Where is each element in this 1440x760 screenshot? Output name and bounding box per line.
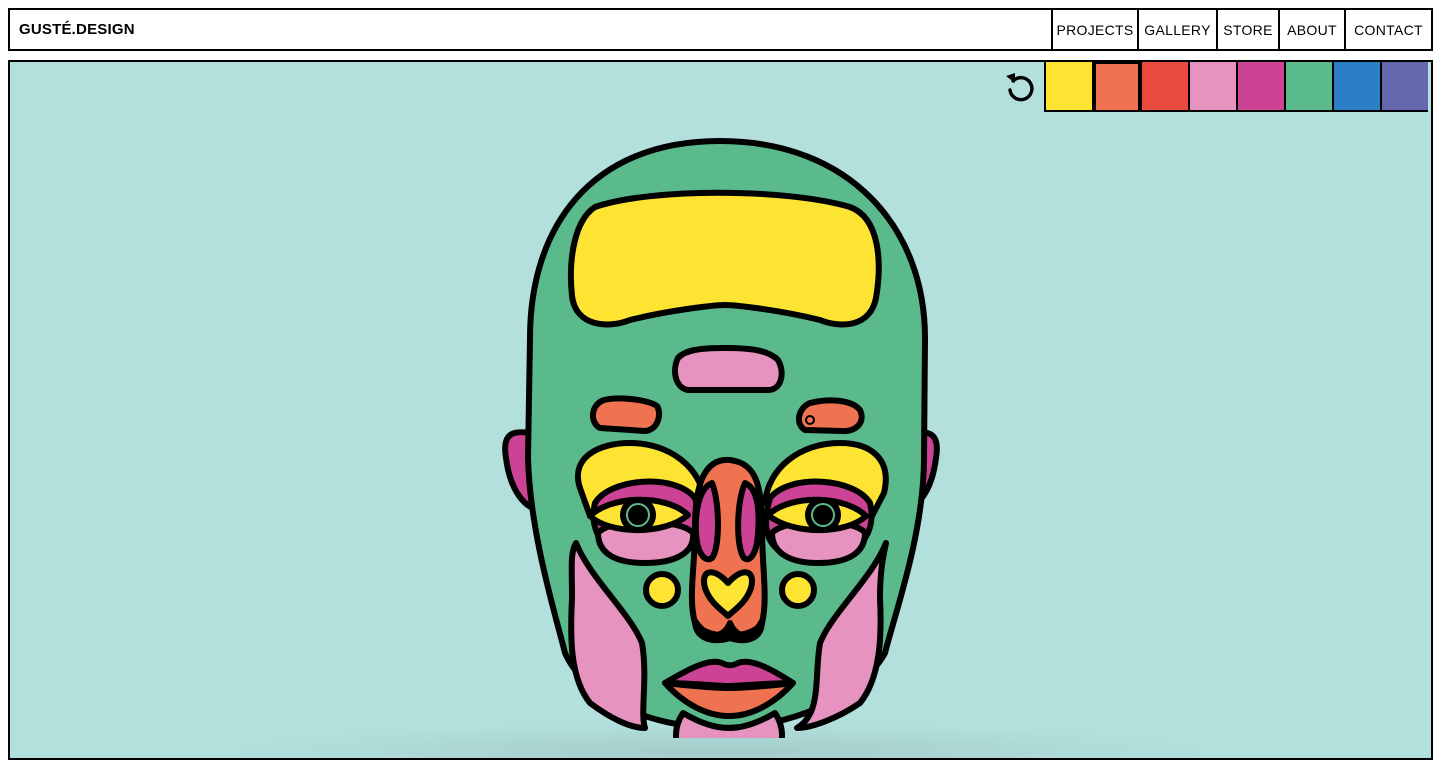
nav-projects[interactable]: PROJECTS <box>1051 10 1137 49</box>
nose-right-side[interactable] <box>735 480 762 563</box>
left-brow[interactable] <box>590 395 663 434</box>
coloring-canvas[interactable] <box>8 60 1433 760</box>
swatch-green[interactable] <box>1286 62 1334 110</box>
left-pupil <box>628 505 648 525</box>
site-header: GUSTÉ.DESIGN PROJECTS GALLERY STORE ABOU… <box>8 8 1433 51</box>
nav-contact[interactable]: CONTACT <box>1344 10 1431 49</box>
nav-gallery[interactable]: GALLERY <box>1137 10 1216 49</box>
brand-logo[interactable]: GUSTÉ.DESIGN <box>10 10 1051 49</box>
left-cheek-dot[interactable] <box>643 571 681 609</box>
swatch-orange[interactable] <box>1094 62 1142 112</box>
swatch-magenta[interactable] <box>1238 62 1286 110</box>
face-illustration <box>502 138 940 738</box>
color-palette <box>1044 62 1428 112</box>
nav-store[interactable]: STORE <box>1216 10 1278 49</box>
nav-about[interactable]: ABOUT <box>1278 10 1344 49</box>
undo-icon[interactable] <box>1002 69 1040 107</box>
main-nav: PROJECTS GALLERY STORE ABOUT CONTACT <box>1051 10 1431 49</box>
glabella[interactable] <box>672 345 785 393</box>
swatch-pink[interactable] <box>1190 62 1238 110</box>
swatch-blue[interactable] <box>1334 62 1382 110</box>
swatch-yellow[interactable] <box>1046 62 1094 110</box>
right-pupil <box>813 505 833 525</box>
swatch-red[interactable] <box>1142 62 1190 110</box>
nose-left-side[interactable] <box>692 480 721 563</box>
forehead[interactable] <box>567 189 882 328</box>
swatch-purple[interactable] <box>1382 62 1428 110</box>
right-cheek-dot[interactable] <box>779 571 817 609</box>
